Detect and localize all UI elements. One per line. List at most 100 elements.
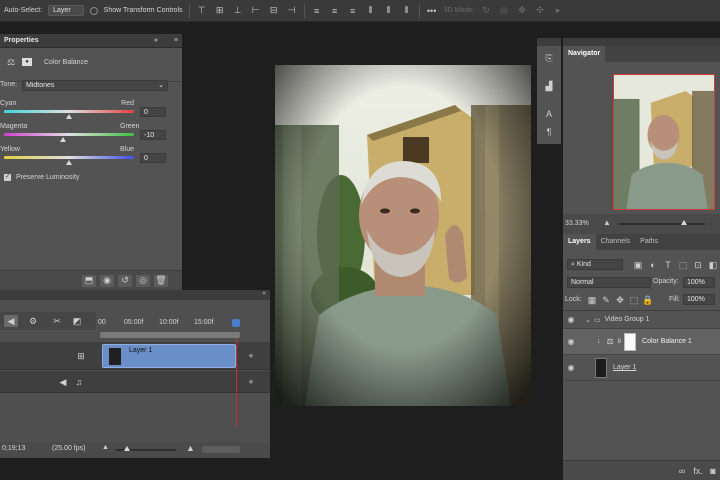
lock-paint-icon[interactable]: ✎ bbox=[599, 294, 613, 306]
add-audio-icon[interactable]: + bbox=[244, 376, 258, 388]
zoom-out-icon[interactable]: ▲ bbox=[102, 444, 109, 451]
distribute-bottom-icon[interactable]: ≡ bbox=[347, 6, 359, 16]
character-icon[interactable]: A bbox=[542, 108, 556, 120]
distribute-left-icon[interactable]: ⦀ bbox=[365, 5, 377, 16]
transition-icon[interactable]: ◩ bbox=[70, 315, 84, 327]
zoom-in-icon[interactable]: ▲ bbox=[186, 443, 195, 453]
color-slider-track[interactable] bbox=[4, 156, 134, 159]
color-slider-thumb[interactable] bbox=[59, 137, 66, 142]
distribute-middle-icon[interactable]: ≡ bbox=[329, 6, 341, 16]
tone-dropdown[interactable]: Midtones ⌄ bbox=[22, 80, 168, 91]
collapse-icon[interactable]: « bbox=[154, 37, 158, 44]
eye-icon[interactable]: ◉ bbox=[563, 337, 579, 346]
layer-row-video[interactable]: ◉ Layer 1 bbox=[563, 355, 720, 381]
work-area-bar[interactable] bbox=[100, 332, 240, 338]
audio-icon[interactable]: ◀ bbox=[4, 315, 18, 327]
3d-scale-icon[interactable]: ▸ bbox=[552, 5, 564, 16]
clip-to-layer-icon[interactable]: ⬒ bbox=[82, 274, 96, 287]
split-clip-icon[interactable]: ✂ bbox=[50, 315, 64, 327]
navigator-zoom-thumb[interactable] bbox=[681, 220, 687, 225]
settings-icon[interactable]: ⚙ bbox=[26, 315, 40, 327]
align-left-icon[interactable]: ⊢ bbox=[250, 5, 262, 16]
tab-channels[interactable]: Channels bbox=[596, 234, 636, 250]
kind-filter-dropdown[interactable]: ⌕ Kind bbox=[567, 259, 623, 270]
speaker-icon[interactable]: ◀ bbox=[56, 376, 70, 388]
align-bottom-icon[interactable]: ⊥ bbox=[232, 5, 244, 16]
filter-pixel-icon[interactable]: ▣ bbox=[631, 259, 645, 271]
autoselect-dropdown[interactable]: Layer bbox=[48, 5, 84, 16]
time-ruler[interactable]: 00 05:00f 10:00f 15:00f bbox=[96, 314, 270, 332]
tab-paths[interactable]: Paths bbox=[635, 234, 663, 250]
distribute-top-icon[interactable]: ≡ bbox=[311, 6, 323, 16]
playhead-handle[interactable] bbox=[232, 319, 240, 327]
link-layers-icon[interactable]: ∞ bbox=[675, 465, 689, 477]
align-top-icon[interactable]: ⊤ bbox=[196, 5, 208, 16]
filter-shape-icon[interactable]: ⬚ bbox=[676, 259, 690, 271]
navigator-zoom-slider[interactable] bbox=[619, 223, 705, 225]
slider-value-field[interactable]: 0 bbox=[140, 107, 166, 117]
navigator-thumbnail[interactable] bbox=[613, 74, 715, 210]
visibility-icon[interactable]: ◎ bbox=[136, 274, 150, 287]
add-media-icon[interactable]: + bbox=[244, 350, 258, 362]
view-previous-state-icon[interactable]: ◉ bbox=[100, 274, 114, 287]
zoom-value[interactable]: 33.33% bbox=[565, 220, 589, 227]
blend-mode-dropdown[interactable]: Normal bbox=[567, 277, 651, 288]
3d-roll-icon[interactable]: ◎ bbox=[498, 5, 510, 16]
layer-row-group[interactable]: ◉ ⌄ ▭ Video Group 1 bbox=[563, 311, 720, 329]
filter-type-icon[interactable]: T bbox=[661, 259, 675, 271]
tab-navigator[interactable]: Navigator bbox=[563, 46, 606, 62]
show-transform-checkbox[interactable] bbox=[89, 6, 98, 15]
histogram-icon[interactable]: ▟ bbox=[542, 80, 556, 92]
color-slider-thumb[interactable] bbox=[66, 160, 72, 165]
align-center-icon[interactable]: ⊟ bbox=[268, 5, 280, 16]
slider-value-field[interactable]: 0 bbox=[140, 153, 166, 163]
panel-menu-icon[interactable]: ≡ bbox=[174, 37, 178, 44]
paragraph-icon[interactable]: ¶ bbox=[542, 126, 556, 138]
align-middle-icon[interactable]: ⊞ bbox=[214, 5, 226, 16]
color-slider-track[interactable] bbox=[4, 110, 134, 113]
panel-close-icon[interactable]: « bbox=[262, 290, 266, 297]
lock-transparent-icon[interactable]: ▦ bbox=[585, 294, 599, 306]
add-mask-icon[interactable]: ◙ bbox=[706, 465, 720, 477]
color-slider-track[interactable] bbox=[4, 133, 134, 136]
3d-drag-icon[interactable]: ✥ bbox=[516, 5, 528, 16]
distribute-right-icon[interactable]: ⦀ bbox=[401, 5, 413, 16]
scroll-bar[interactable] bbox=[202, 446, 240, 453]
more-options-icon[interactable]: ••• bbox=[426, 6, 438, 16]
align-right-icon[interactable]: ⊣ bbox=[286, 5, 298, 16]
chain-link-icon[interactable]: 8 bbox=[618, 339, 621, 345]
fill-field[interactable]: 100% bbox=[683, 294, 715, 305]
reset-icon[interactable]: ↺ bbox=[118, 274, 132, 287]
film-icon[interactable]: ⊞ bbox=[74, 350, 88, 362]
fx-icon[interactable]: fx. bbox=[691, 465, 705, 477]
mask-icon[interactable]: ● bbox=[22, 58, 32, 66]
preserve-luminosity-checkbox[interactable]: ✓ bbox=[4, 174, 11, 181]
lock-artboard-icon[interactable]: ⬚ bbox=[627, 294, 641, 306]
filter-adjustment-icon[interactable]: ◐ bbox=[646, 259, 660, 271]
opacity-field[interactable]: 100% bbox=[683, 277, 715, 288]
music-note-icon[interactable]: ♫ bbox=[72, 376, 86, 388]
distribute-center-icon[interactable]: ⦀ bbox=[383, 5, 395, 16]
layer-row-adjustment[interactable]: ◉ ↓ ⚖ 8 Color Balance 1 bbox=[563, 329, 720, 355]
zoom-slider-thumb[interactable] bbox=[124, 446, 130, 451]
document-canvas[interactable] bbox=[275, 65, 531, 406]
lock-all-icon[interactable]: 🔒 bbox=[641, 294, 655, 306]
layer-mask-thumbnail[interactable] bbox=[624, 332, 637, 351]
zoom-out-mountain-icon[interactable]: ▲ bbox=[603, 218, 611, 227]
filter-smart-icon[interactable]: ⊡ bbox=[691, 259, 705, 271]
tab-layers[interactable]: Layers bbox=[563, 234, 596, 250]
divider bbox=[188, 3, 190, 18]
filter-toggle-icon[interactable]: ◧ bbox=[706, 259, 720, 271]
color-slider-thumb[interactable] bbox=[66, 114, 72, 119]
lock-move-icon[interactable]: ✥ bbox=[613, 294, 627, 306]
clip-arrow-icon: ↓ bbox=[597, 338, 601, 345]
trash-icon[interactable]: 🗑 bbox=[154, 274, 168, 287]
chevron-down-icon[interactable]: ⌄ bbox=[585, 316, 591, 324]
video-clip[interactable]: Layer 1 bbox=[102, 344, 236, 368]
eye-icon[interactable]: ◉ bbox=[563, 363, 579, 372]
eye-icon[interactable]: ◉ bbox=[563, 315, 579, 324]
slider-value-field[interactable]: -10 bbox=[140, 130, 166, 140]
history-icon[interactable]: ⎘ bbox=[542, 52, 556, 64]
3d-rotate-icon[interactable]: ↻ bbox=[480, 5, 492, 16]
3d-slide-icon[interactable]: ✣ bbox=[534, 5, 546, 16]
